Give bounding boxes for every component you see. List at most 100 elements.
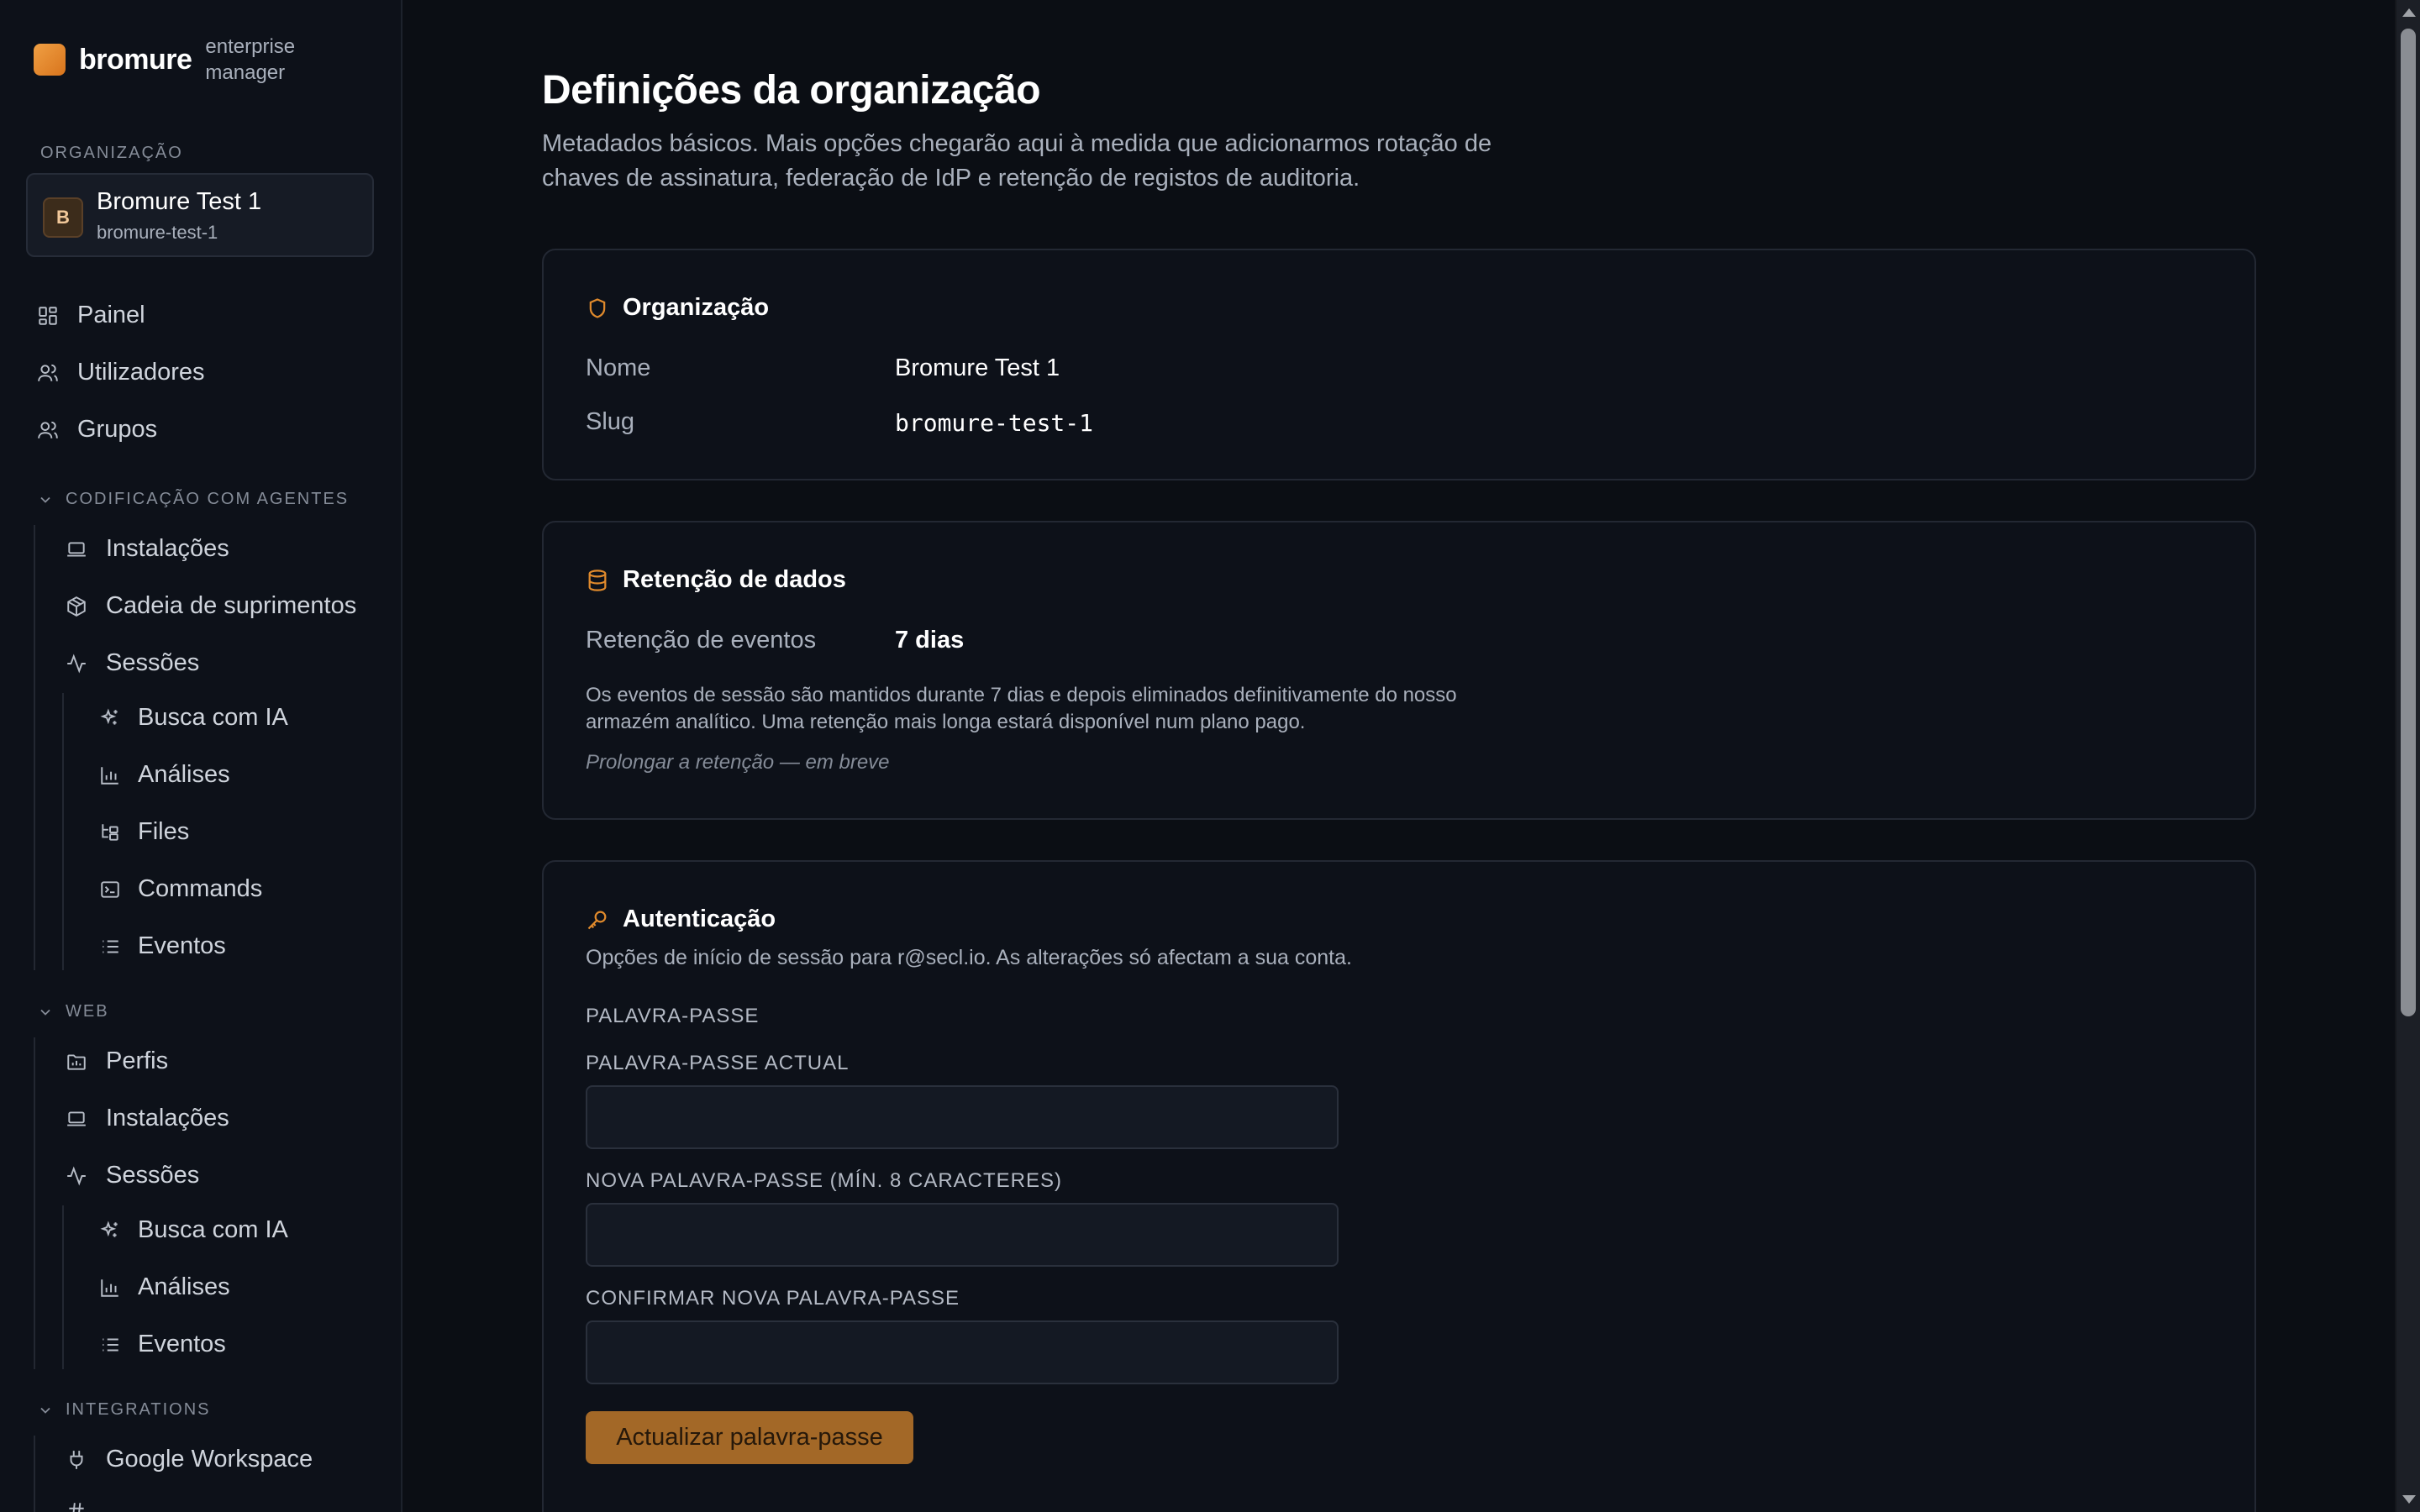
section-toggle-integrations[interactable]: INTEGRATIONS xyxy=(37,1400,211,1420)
card-header: Retenção de dados xyxy=(586,566,846,594)
section-toggle-web[interactable]: WEB xyxy=(37,1002,109,1021)
sidebar-item-eventos-web[interactable]: Eventos xyxy=(99,1331,226,1358)
sidebar-item-cadeia-suprimentos[interactable]: Cadeia de suprimentos xyxy=(66,592,356,620)
brand-subtitle: enterprise manager xyxy=(205,35,296,84)
org-name: Bromure Test 1 xyxy=(97,188,262,215)
org-switcher[interactable]: B Bromure Test 1 bromure-test-1 xyxy=(26,173,374,257)
scroll-down-icon[interactable] xyxy=(2402,1495,2416,1504)
section-label: WEB xyxy=(66,1002,109,1021)
folder-tree-icon xyxy=(99,822,121,843)
sidebar-item-instalacoes[interactable]: Instalações xyxy=(66,535,229,563)
users-icon xyxy=(37,419,59,441)
chevron-down-icon xyxy=(37,1402,54,1419)
retention-note: Os eventos de sessão são mantidos durant… xyxy=(586,684,1457,733)
terminal-icon xyxy=(99,879,121,900)
laptop-icon xyxy=(66,538,87,560)
retention-extend-note: Prolongar a retenção — em breve xyxy=(586,751,890,774)
sidebar-item-label: Files xyxy=(138,818,190,845)
plug-icon xyxy=(66,1449,87,1471)
card-title: Autenticação xyxy=(623,906,776,932)
org-name-key: Nome xyxy=(586,354,651,381)
sidebar-item-sessoes[interactable]: Sessões xyxy=(66,649,199,677)
sidebar-item-analises[interactable]: Análises xyxy=(99,761,230,789)
folder-icon xyxy=(66,1051,87,1073)
sidebar-item-commands[interactable]: Commands xyxy=(99,875,262,903)
org-slug-value: bromure-test-1 xyxy=(895,409,1094,437)
current-password-label: PALAVRA-PASSE ACTUAL xyxy=(586,1052,850,1074)
sidebar-item-perfis[interactable]: Perfis xyxy=(66,1047,168,1075)
page-scrollbar[interactable] xyxy=(2395,0,2420,1512)
sidebar-item-label: Instalações xyxy=(106,535,229,562)
sidebar-item-analises-web[interactable]: Análises xyxy=(99,1273,230,1301)
new-password-field[interactable] xyxy=(586,1203,1339,1267)
activity-icon xyxy=(66,653,87,675)
tree-guide xyxy=(34,525,35,970)
card-header: Autenticação xyxy=(586,906,776,933)
card-header: Organização xyxy=(586,294,769,322)
confirm-password-field[interactable] xyxy=(586,1320,1339,1384)
sidebar: bromure enterprise manager ORGANIZAÇÃO B… xyxy=(0,0,402,1512)
users-icon xyxy=(37,362,59,384)
sidebar-item-label: Sessões xyxy=(106,1162,200,1189)
sidebar-item-utilizadores[interactable]: Utilizadores xyxy=(37,359,205,386)
sidebar-item-label: Cadeia de suprimentos xyxy=(106,592,357,619)
password-group-label: PALAVRA-PASSE xyxy=(586,1005,760,1027)
package-icon xyxy=(66,596,87,617)
sidebar-item-label: Grupos xyxy=(77,416,158,443)
scroll-up-icon[interactable] xyxy=(2402,8,2416,17)
sparkles-icon xyxy=(99,1220,121,1242)
organization-card: Organização Nome Bromure Test 1 Slug bro… xyxy=(542,249,2256,480)
sidebar-item-label: Eventos xyxy=(138,1331,226,1357)
section-label: CODIFICAÇÃO COM AGENTES xyxy=(66,490,350,508)
sidebar-item-busca-ia[interactable]: Busca com IA xyxy=(99,704,288,732)
activity-icon xyxy=(66,1165,87,1187)
bar-chart-icon xyxy=(99,764,121,786)
org-avatar: B xyxy=(43,197,83,238)
retention-value: 7 dias xyxy=(895,627,965,654)
sidebar-item-label: Sessões xyxy=(106,649,200,676)
confirm-password-label: CONFIRMAR NOVA PALAVRA-PASSE xyxy=(586,1287,960,1310)
current-password-field[interactable] xyxy=(586,1085,1339,1149)
key-icon xyxy=(586,908,609,932)
card-title: Retenção de dados xyxy=(623,566,846,593)
sidebar-item-sessoes-web[interactable]: Sessões xyxy=(66,1162,199,1189)
sidebar-item-label: Eventos xyxy=(138,932,226,959)
sidebar-item-label: Utilizadores xyxy=(77,359,205,386)
laptop-icon xyxy=(66,1108,87,1130)
dashboard-icon xyxy=(37,305,59,327)
database-icon xyxy=(586,569,609,592)
sidebar-item-partial[interactable] xyxy=(66,1500,87,1512)
sidebar-item-instalacoes-web[interactable]: Instalações xyxy=(66,1105,229,1132)
list-icon xyxy=(99,1334,121,1356)
retention-card: Retenção de dados Retenção de eventos 7 … xyxy=(542,521,2256,820)
sidebar-item-label: Busca com IA xyxy=(138,704,288,731)
page-description: Metadados básicos. Mais opções chegarão … xyxy=(542,130,1492,192)
section-toggle-coding-agents[interactable]: CODIFICAÇÃO COM AGENTES xyxy=(37,490,349,509)
sidebar-item-eventos[interactable]: Eventos xyxy=(99,932,226,960)
sidebar-item-google-workspace[interactable]: Google Workspace xyxy=(66,1446,313,1473)
sidebar-item-files[interactable]: Files xyxy=(99,818,189,846)
sidebar-item-busca-ia-web[interactable]: Busca com IA xyxy=(99,1216,288,1244)
auth-subtitle: Opções de início de sessão para r@secl.i… xyxy=(586,946,1352,969)
list-icon xyxy=(99,936,121,958)
tree-guide xyxy=(34,1436,35,1512)
scrollbar-thumb[interactable] xyxy=(2401,29,2416,1016)
shield-icon xyxy=(586,297,609,320)
org-slug-key: Slug xyxy=(586,408,635,435)
sidebar-item-label: Análises xyxy=(138,761,230,788)
chevron-down-icon xyxy=(37,1004,54,1021)
authentication-card: Autenticação Opções de início de sessão … xyxy=(542,860,2256,1512)
brand[interactable]: bromure enterprise manager xyxy=(34,34,314,86)
sparkles-icon xyxy=(99,707,121,729)
sidebar-item-label: Busca com IA xyxy=(138,1216,288,1243)
sidebar-item-grupos[interactable]: Grupos xyxy=(37,416,157,444)
sidebar-item-label: Instalações xyxy=(106,1105,229,1131)
update-password-button[interactable]: Actualizar palavra-passe xyxy=(586,1411,913,1464)
retention-key: Retenção de eventos xyxy=(586,627,817,654)
org-section-label: ORGANIZAÇÃO xyxy=(40,144,183,162)
sidebar-item-label: Perfis xyxy=(106,1047,169,1074)
card-title: Organização xyxy=(623,294,770,321)
tree-guide xyxy=(62,693,64,970)
sidebar-item-painel[interactable]: Painel xyxy=(37,302,145,329)
chevron-down-icon xyxy=(37,491,54,508)
